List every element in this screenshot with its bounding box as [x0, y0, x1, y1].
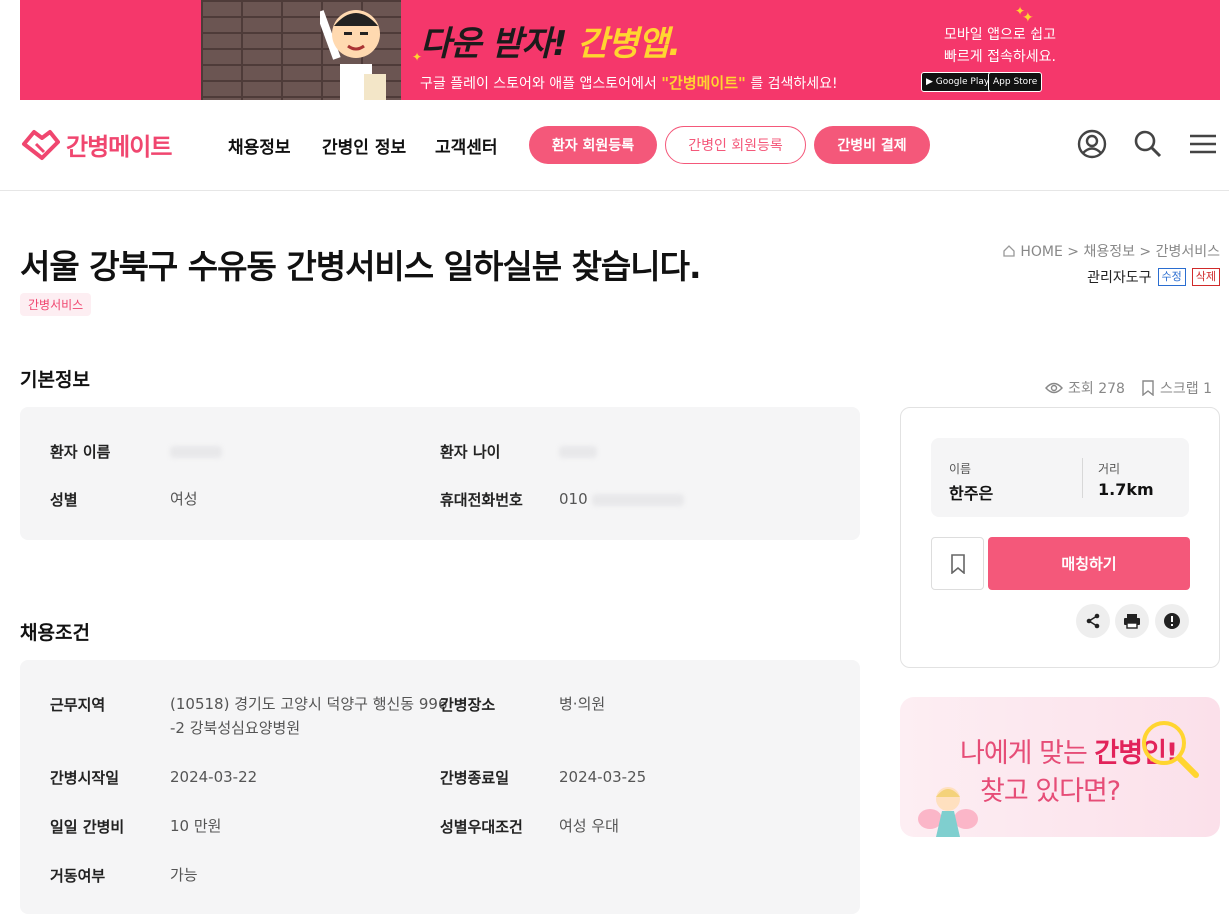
gender-preference-label: 성별우대조건 — [440, 818, 523, 836]
payment-button[interactable]: 간병비 결제 — [814, 126, 930, 164]
report-button[interactable] — [1155, 604, 1189, 638]
name-label: 이름 — [949, 462, 972, 476]
distance-value: 1.7km — [1098, 480, 1154, 499]
match-button[interactable]: 매칭하기 — [988, 537, 1190, 590]
share-icon — [1086, 613, 1100, 629]
site-logo[interactable]: 간병메이트 — [20, 126, 172, 162]
magnifier-icon — [1142, 721, 1199, 778]
bookmark-button[interactable] — [931, 537, 984, 590]
share-button[interactable] — [1076, 604, 1110, 638]
phone-label: 휴대전화번호 — [440, 491, 523, 509]
phone-value: 010 — [559, 487, 684, 511]
care-place-value: 병·의원 — [559, 695, 606, 713]
banner-title: 다운 받자! 간병앱. — [420, 24, 681, 64]
find-caregiver-ad[interactable]: 나에게 맞는 간병인! 찾고 있다면? — [900, 697, 1220, 837]
patient-name-value — [170, 439, 222, 463]
app-download-banner[interactable]: ✦ ✦ ✦ 다운 받자! 간병앱. 구글 플레이 스토어와 애플 앱스토어에서 … — [20, 0, 1220, 100]
scrap-count: 스크랩 1 — [1141, 378, 1212, 398]
gender-label: 성별 — [50, 491, 78, 509]
admin-label: 관리자도구 — [1087, 270, 1152, 286]
bookmark-icon — [950, 553, 965, 574]
category-tag[interactable]: 간병서비스 — [20, 293, 92, 316]
app-store-badge[interactable]: App Store — [988, 72, 1043, 92]
cartoon-character-illustration — [320, 10, 386, 100]
eye-icon — [1045, 382, 1063, 394]
patient-name-label: 환자 이름 — [50, 443, 111, 461]
start-date-label: 간병시작일 — [50, 769, 120, 787]
post-title: 서울 강북구 수유동 간병서비스 일하실분 찾습니다. — [20, 247, 702, 286]
bookmark-icon — [1142, 380, 1154, 396]
divider — [1082, 458, 1083, 498]
breadcrumb: HOME > 채용정보 > 간병서비스 — [1002, 241, 1220, 261]
conditions-heading: 채용조건 — [20, 622, 90, 644]
print-button[interactable] — [1115, 604, 1149, 638]
top-navigation: 간병메이트 채용정보 간병인 정보 고객센터 환자 회원등록 간병인 회원등록 … — [0, 100, 1229, 191]
nav-item-caregivers[interactable]: 간병인 정보 — [322, 133, 406, 158]
banner-subtitle: 구글 플레이 스토어와 애플 앱스토어에서 "간병메이트" 를 검색하세요! — [420, 74, 838, 92]
name-value: 한주은 — [949, 484, 994, 503]
ad-subline: 찾고 있다면? — [980, 776, 1121, 807]
daily-fee-label: 일일 간병비 — [50, 818, 125, 836]
work-area-label: 근무지역 — [50, 696, 106, 714]
delete-button[interactable]: 삭제 — [1191, 268, 1220, 286]
view-count: 조회 278 — [1045, 378, 1125, 398]
printer-icon — [1124, 614, 1140, 629]
hamburger-menu-icon[interactable] — [1187, 128, 1219, 160]
alert-icon — [1164, 613, 1180, 629]
user-account-icon[interactable] — [1076, 128, 1108, 160]
end-date-label: 간병종료일 — [440, 769, 510, 787]
caregiver-register-button[interactable]: 간병인 회원등록 — [665, 126, 806, 164]
banner-mobile-text: 모바일 앱으로 쉽고 빠르게 접속하세요. — [944, 27, 1056, 65]
care-place-label: 간병장소 — [440, 696, 496, 714]
google-play-badge[interactable]: ▶ Google Play — [921, 72, 995, 92]
end-date-value: 2024-03-25 — [559, 768, 647, 786]
mobility-value: 가능 — [170, 866, 198, 884]
search-icon[interactable] — [1132, 128, 1164, 160]
basic-info-heading: 기본정보 — [20, 369, 90, 391]
conditions-panel: 근무지역 (10518) 경기도 고양시 덕양구 행신동 996 -2 강북성심요… — [20, 660, 860, 914]
basic-info-panel: 환자 이름 환자 나이 성별 여성 휴대전화번호 010 — [20, 407, 860, 540]
nav-item-jobs[interactable]: 채용정보 — [228, 133, 291, 158]
daily-fee-value: 10 만원 — [170, 817, 222, 835]
mobility-label: 거동여부 — [50, 867, 106, 885]
start-date-value: 2024-03-22 — [170, 768, 258, 786]
nav-item-support[interactable]: 고객센터 — [435, 133, 498, 158]
angel-illustration — [918, 787, 978, 837]
caregiver-summary: 이름 한주은 거리 1.7km — [931, 438, 1189, 517]
home-icon[interactable] — [1002, 244, 1016, 258]
gender-preference-value: 여성 우대 — [559, 817, 619, 835]
distance-label: 거리 — [1098, 462, 1121, 476]
matching-card: 이름 한주은 거리 1.7km 매칭하기 — [900, 407, 1220, 668]
work-area-value: (10518) 경기도 고양시 덕양구 행신동 996 -2 강북성심요양병원 — [170, 695, 448, 737]
patient-age-label: 환자 나이 — [440, 443, 501, 461]
patient-register-button[interactable]: 환자 회원등록 — [529, 126, 657, 164]
admin-tools: 관리자도구 수정 삭제 — [1087, 267, 1220, 287]
patient-age-value — [559, 439, 597, 463]
handshake-logo-icon — [22, 130, 60, 160]
edit-button[interactable]: 수정 — [1157, 268, 1186, 286]
logo-text: 간병메이트 — [66, 132, 172, 161]
breadcrumb-text[interactable]: HOME > 채용정보 > 간병서비스 — [1020, 241, 1220, 261]
gender-value: 여성 — [170, 490, 198, 508]
